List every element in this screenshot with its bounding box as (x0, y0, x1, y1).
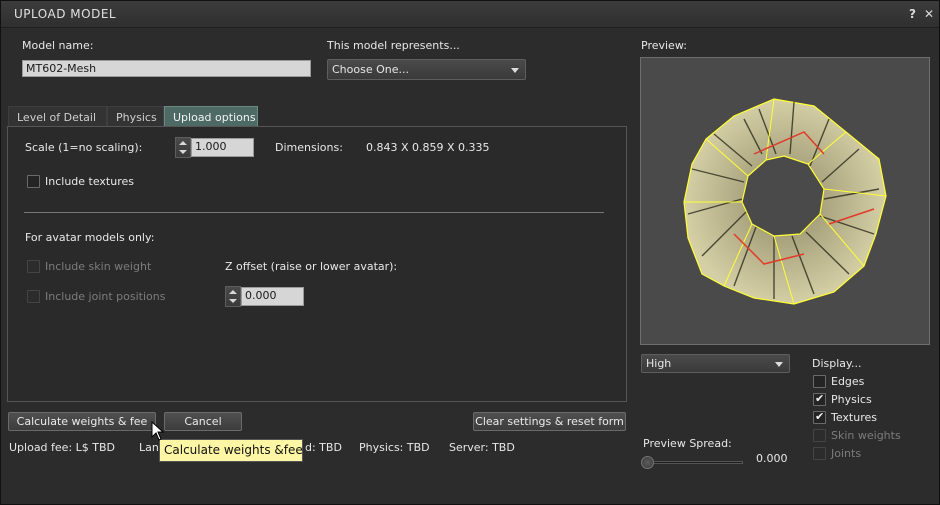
tab-level-of-detail[interactable]: Level of Detail (8, 106, 107, 127)
preview-quality-selected: High (646, 357, 672, 370)
textures-label: Textures (831, 411, 877, 424)
skin-weights-checkbox[interactable] (813, 429, 826, 442)
spinner-down-icon[interactable] (229, 299, 237, 303)
include-textures-label: Include textures (45, 175, 134, 188)
scale-input[interactable]: 1.000 (191, 138, 254, 157)
mouse-cursor-icon (151, 421, 165, 441)
edges-checkbox[interactable] (813, 375, 826, 388)
model-preview-viewport[interactable] (640, 57, 930, 345)
window-title: UPLOAD MODEL (14, 7, 117, 21)
calculate-weights-button[interactable]: Calculate weights & fee (8, 412, 156, 431)
scale-label: Scale (1=no scaling): (25, 141, 143, 154)
z-offset-input[interactable]: 0.000 (241, 287, 304, 306)
z-offset-spinner-icon[interactable] (225, 286, 241, 307)
joints-checkbox[interactable] (813, 447, 826, 460)
physics-label: Physics (831, 393, 872, 406)
upload-fee-text: Upload fee: L$ TBD (9, 441, 116, 454)
land-fee-text: Lan (139, 441, 159, 454)
display-label: Display... (812, 357, 862, 370)
close-icon[interactable]: ✕ (924, 7, 934, 21)
include-skin-weight-checkbox[interactable] (27, 260, 40, 273)
divider (24, 212, 604, 213)
joints-label: Joints (831, 447, 862, 460)
edges-label: Edges (831, 375, 865, 388)
model-name-input[interactable]: MT602-Mesh (22, 60, 311, 77)
represents-selected: Choose One... (332, 63, 409, 76)
clear-settings-button[interactable]: Clear settings & reset form (473, 412, 626, 431)
preview-label: Preview: (641, 39, 687, 52)
preview-spread-track[interactable] (647, 461, 743, 464)
include-joint-positions-label: Include joint positions (45, 290, 166, 303)
physics-checkbox[interactable] (813, 392, 826, 406)
upload-model-window: UPLOAD MODEL ? ✕ Model name: MT602-Mesh … (0, 0, 940, 505)
dimensions-value: 0.843 X 0.859 X 0.335 (366, 141, 490, 154)
tab-upload-options[interactable]: Upload options (164, 106, 258, 127)
mesh-preview-icon (683, 98, 887, 305)
include-joint-positions-checkbox[interactable] (27, 290, 40, 303)
scale-spinner-icon[interactable] (175, 137, 191, 158)
calculate-tooltip: Calculate weights &fee (159, 439, 303, 462)
preview-spread-slider-handle[interactable] (641, 456, 654, 469)
z-offset-label: Z offset (raise or lower avatar): (225, 260, 398, 273)
dimensions-label: Dimensions: (275, 141, 343, 154)
physics-fee-text: Physics: TBD (359, 441, 430, 454)
skin-weights-label: Skin weights (831, 429, 901, 442)
include-textures-checkbox[interactable] (27, 175, 40, 188)
spinner-up-icon[interactable] (229, 290, 237, 294)
spinner-down-icon[interactable] (179, 150, 187, 154)
title-bar[interactable]: UPLOAD MODEL ? ✕ (1, 1, 939, 28)
textures-checkbox[interactable] (813, 410, 826, 424)
avatar-heading: For avatar models only: (25, 231, 155, 244)
represents-label: This model represents... (327, 39, 460, 52)
include-skin-weight-label: Include skin weight (45, 260, 152, 273)
preview-spread-value: 0.000 (756, 452, 788, 465)
dropdown-arrow-icon (775, 362, 783, 367)
preview-spread-label: Preview Spread: (643, 437, 732, 450)
represents-dropdown[interactable]: Choose One... (327, 59, 526, 80)
download-fee-text: d: TBD (305, 441, 342, 454)
cancel-button[interactable]: Cancel (164, 412, 242, 431)
spinner-up-icon[interactable] (179, 141, 187, 145)
help-icon[interactable]: ? (909, 7, 916, 21)
model-name-label: Model name: (22, 39, 94, 52)
server-fee-text: Server: TBD (449, 441, 515, 454)
tab-physics[interactable]: Physics (107, 106, 164, 127)
preview-quality-dropdown[interactable]: High (641, 354, 790, 373)
dropdown-arrow-icon (511, 68, 519, 73)
